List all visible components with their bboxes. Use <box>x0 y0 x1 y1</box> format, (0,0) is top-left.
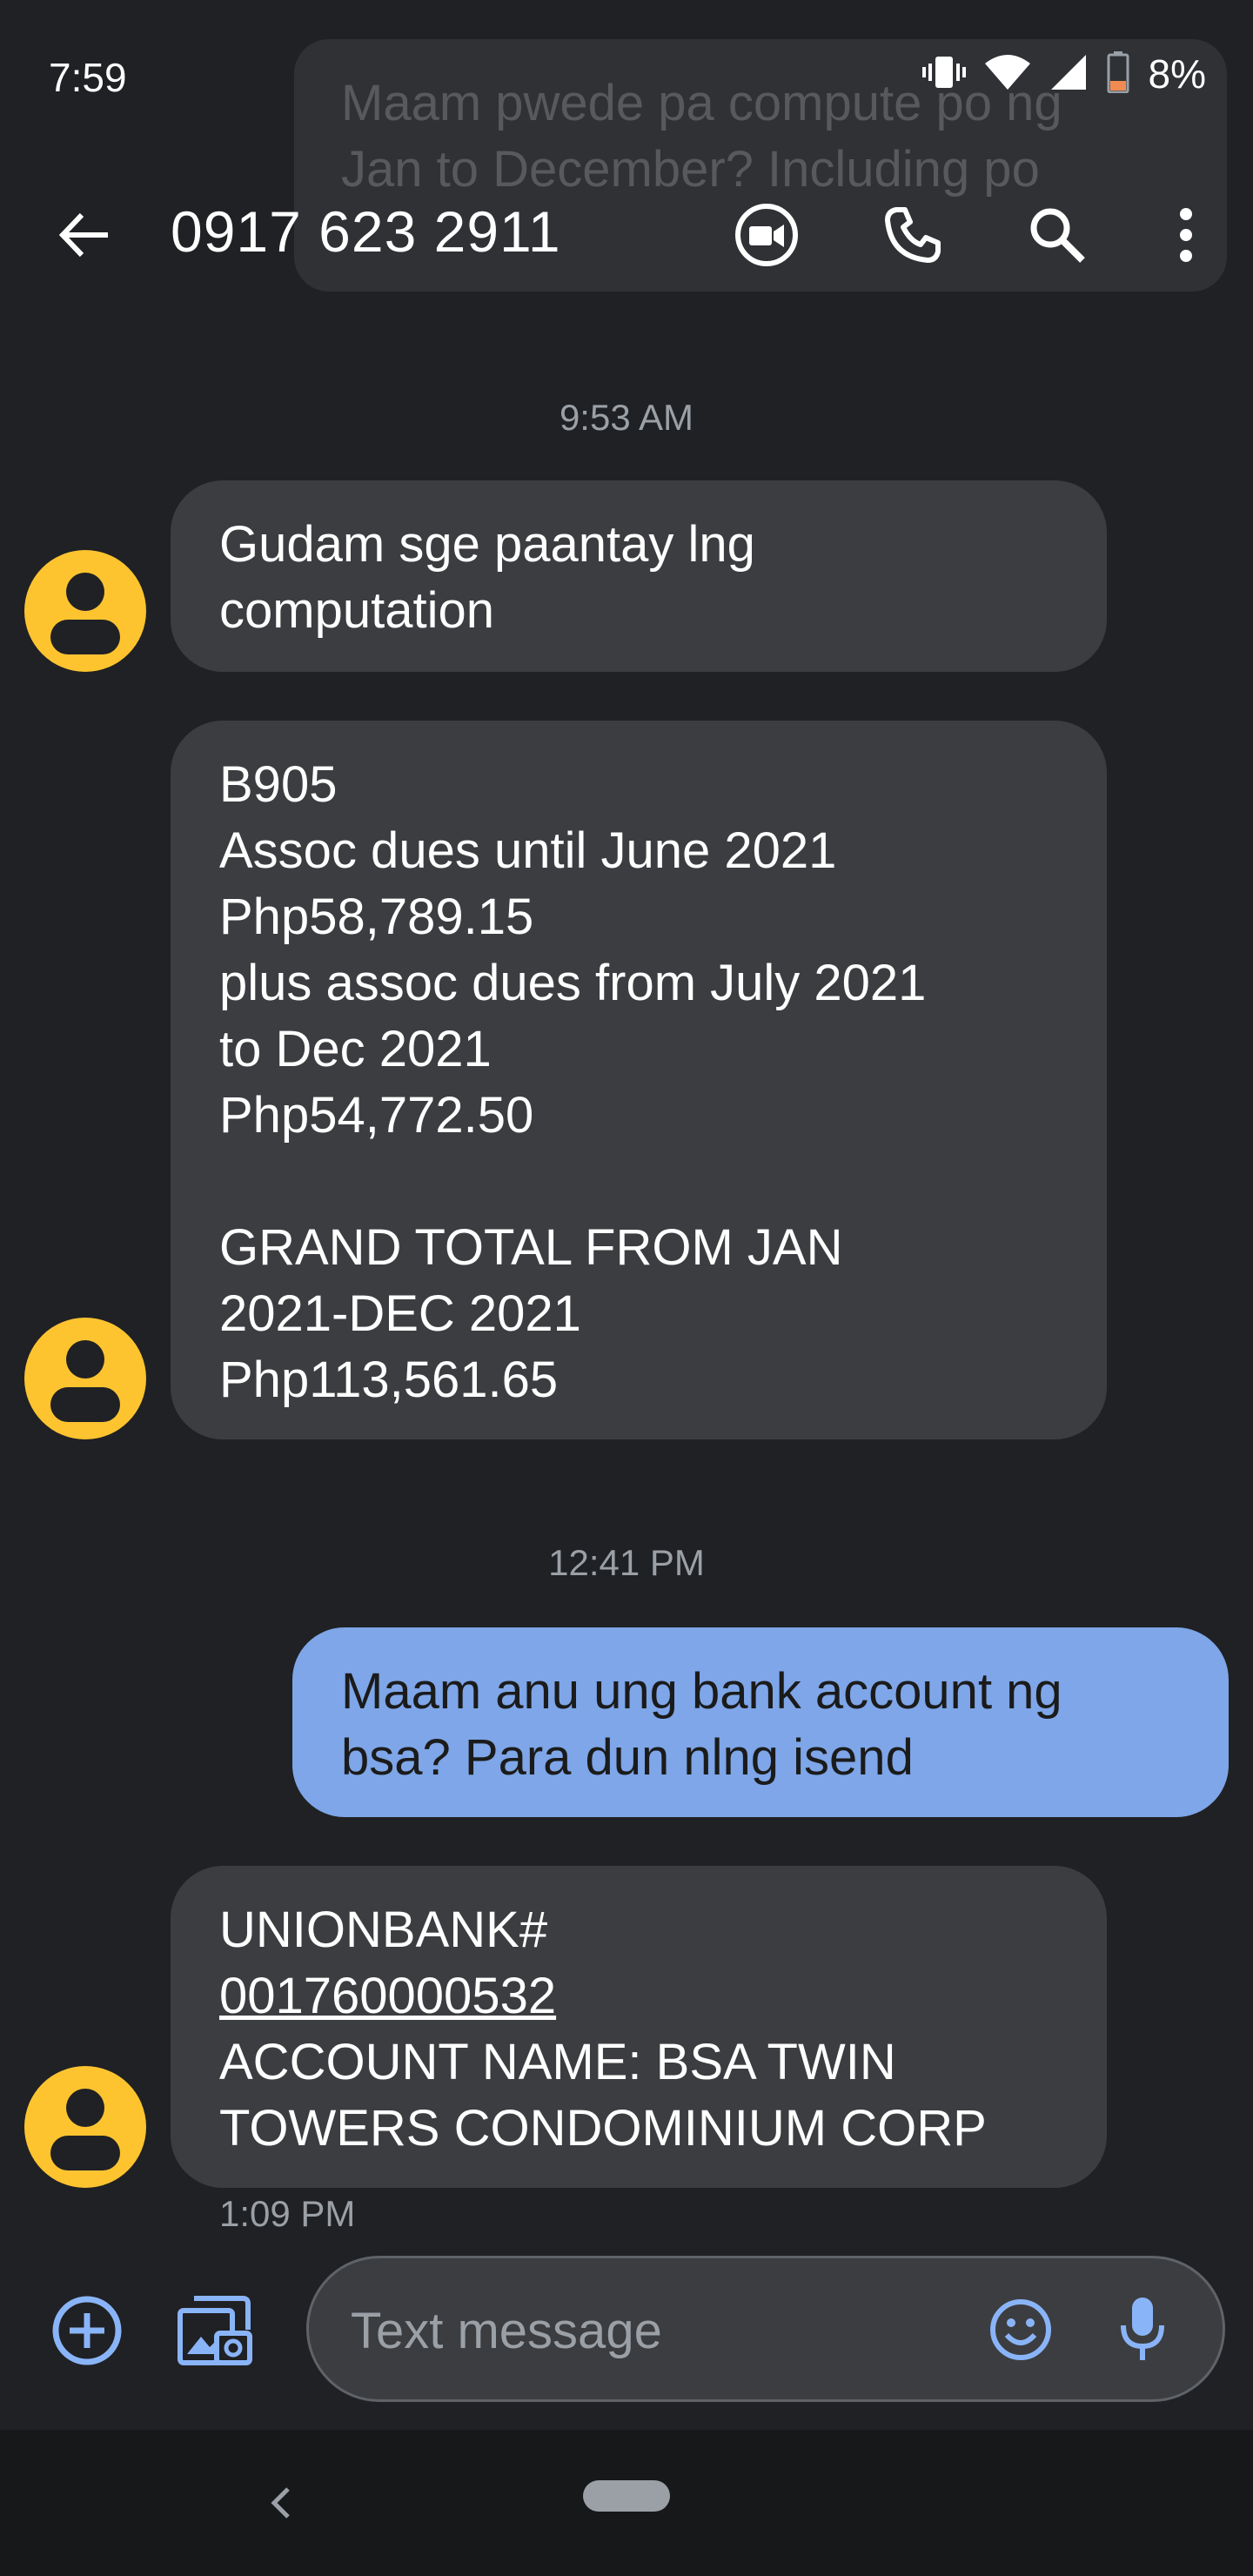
message-line: Gudam sge paantay lng <box>219 516 755 573</box>
message-timestamp: 1:09 PM <box>219 2193 356 2234</box>
mic-icon[interactable] <box>1101 2288 1184 2371</box>
incoming-message[interactable]: B905 Assoc dues until June 2021 Php58,78… <box>171 721 1107 1439</box>
incoming-message[interactable]: Gudam sge paantay lng computation <box>171 480 1107 672</box>
nav-back-icon[interactable] <box>245 2468 315 2538</box>
message-line: Php58,789.15 <box>219 889 534 945</box>
message-line: computation <box>219 582 494 639</box>
message-line: TOWERS CONDOMINIUM CORP <box>219 2100 987 2157</box>
message-line: 2021-DEC 2021 <box>219 1285 581 1342</box>
contact-avatar[interactable] <box>24 550 146 672</box>
battery-low-icon <box>1107 50 1129 97</box>
incoming-message[interactable]: UNIONBANK# 001760000532 ACCOUNT NAME: BS… <box>171 1866 1107 2188</box>
message-input[interactable]: Text message <box>306 2256 1225 2402</box>
message-input-placeholder: Text message <box>351 2303 662 2359</box>
back-arrow-icon[interactable] <box>49 200 118 270</box>
more-vert-icon[interactable] <box>1147 196 1225 274</box>
messaging-screen: Maam pwede pa compute po ng Jan to Decem… <box>0 0 1253 2576</box>
gallery-icon[interactable] <box>171 2287 258 2374</box>
emoji-icon[interactable] <box>979 2288 1062 2371</box>
contact-avatar[interactable] <box>24 1318 146 1439</box>
home-pill[interactable] <box>583 2480 670 2512</box>
message-line: to Dec 2021 <box>219 1021 492 1077</box>
status-bar: 7:59 8% <box>0 0 1253 157</box>
outgoing-message[interactable]: Maam anu ung bank account ng bsa? Para d… <box>292 1627 1229 1817</box>
message-line: ACCOUNT NAME: BSA TWIN <box>219 2034 896 2090</box>
wifi-icon <box>984 53 1030 96</box>
video-call-icon[interactable] <box>727 196 806 274</box>
avatar-person-icon <box>66 1340 104 1379</box>
message-line: GRAND TOTAL FROM JAN <box>219 1219 843 1276</box>
message-line: UNIONBANK# <box>219 1902 548 1958</box>
message-line: Php54,772.50 <box>219 1087 534 1144</box>
account-number-link[interactable]: 001760000532 <box>219 1963 1058 2029</box>
system-nav-bar <box>0 2430 1253 2576</box>
battery-percentage: 8% <box>1148 51 1206 97</box>
avatar-person-icon <box>66 2089 104 2127</box>
vibrate-icon <box>921 53 966 96</box>
app-bar: 0917 623 2911 <box>0 157 1253 313</box>
message-line: Assoc dues until June 2021 <box>219 822 837 879</box>
status-time: 7:59 <box>49 55 127 100</box>
message-line: Php113,561.65 <box>219 1352 559 1408</box>
phone-icon[interactable] <box>874 196 952 274</box>
message-line: plus assoc dues from July 2021 <box>219 955 927 1011</box>
search-icon[interactable] <box>1018 196 1096 274</box>
message-timestamp: 9:53 AM <box>559 397 694 438</box>
signal-icon <box>1049 53 1088 96</box>
message-line: Maam anu ung bank account ng <box>341 1663 1062 1720</box>
message-line: B905 <box>219 756 338 813</box>
add-circle-icon[interactable] <box>44 2287 131 2374</box>
message-timestamp: 12:41 PM <box>548 1542 705 1583</box>
contact-avatar[interactable] <box>24 2066 146 2188</box>
message-line: bsa? Para dun nlng isend <box>341 1729 914 1786</box>
conversation-title: 0917 623 2911 <box>171 199 561 264</box>
avatar-person-icon <box>66 573 104 611</box>
status-icons: 8% <box>921 50 1206 97</box>
compose-bar: Text message <box>0 2235 1253 2430</box>
